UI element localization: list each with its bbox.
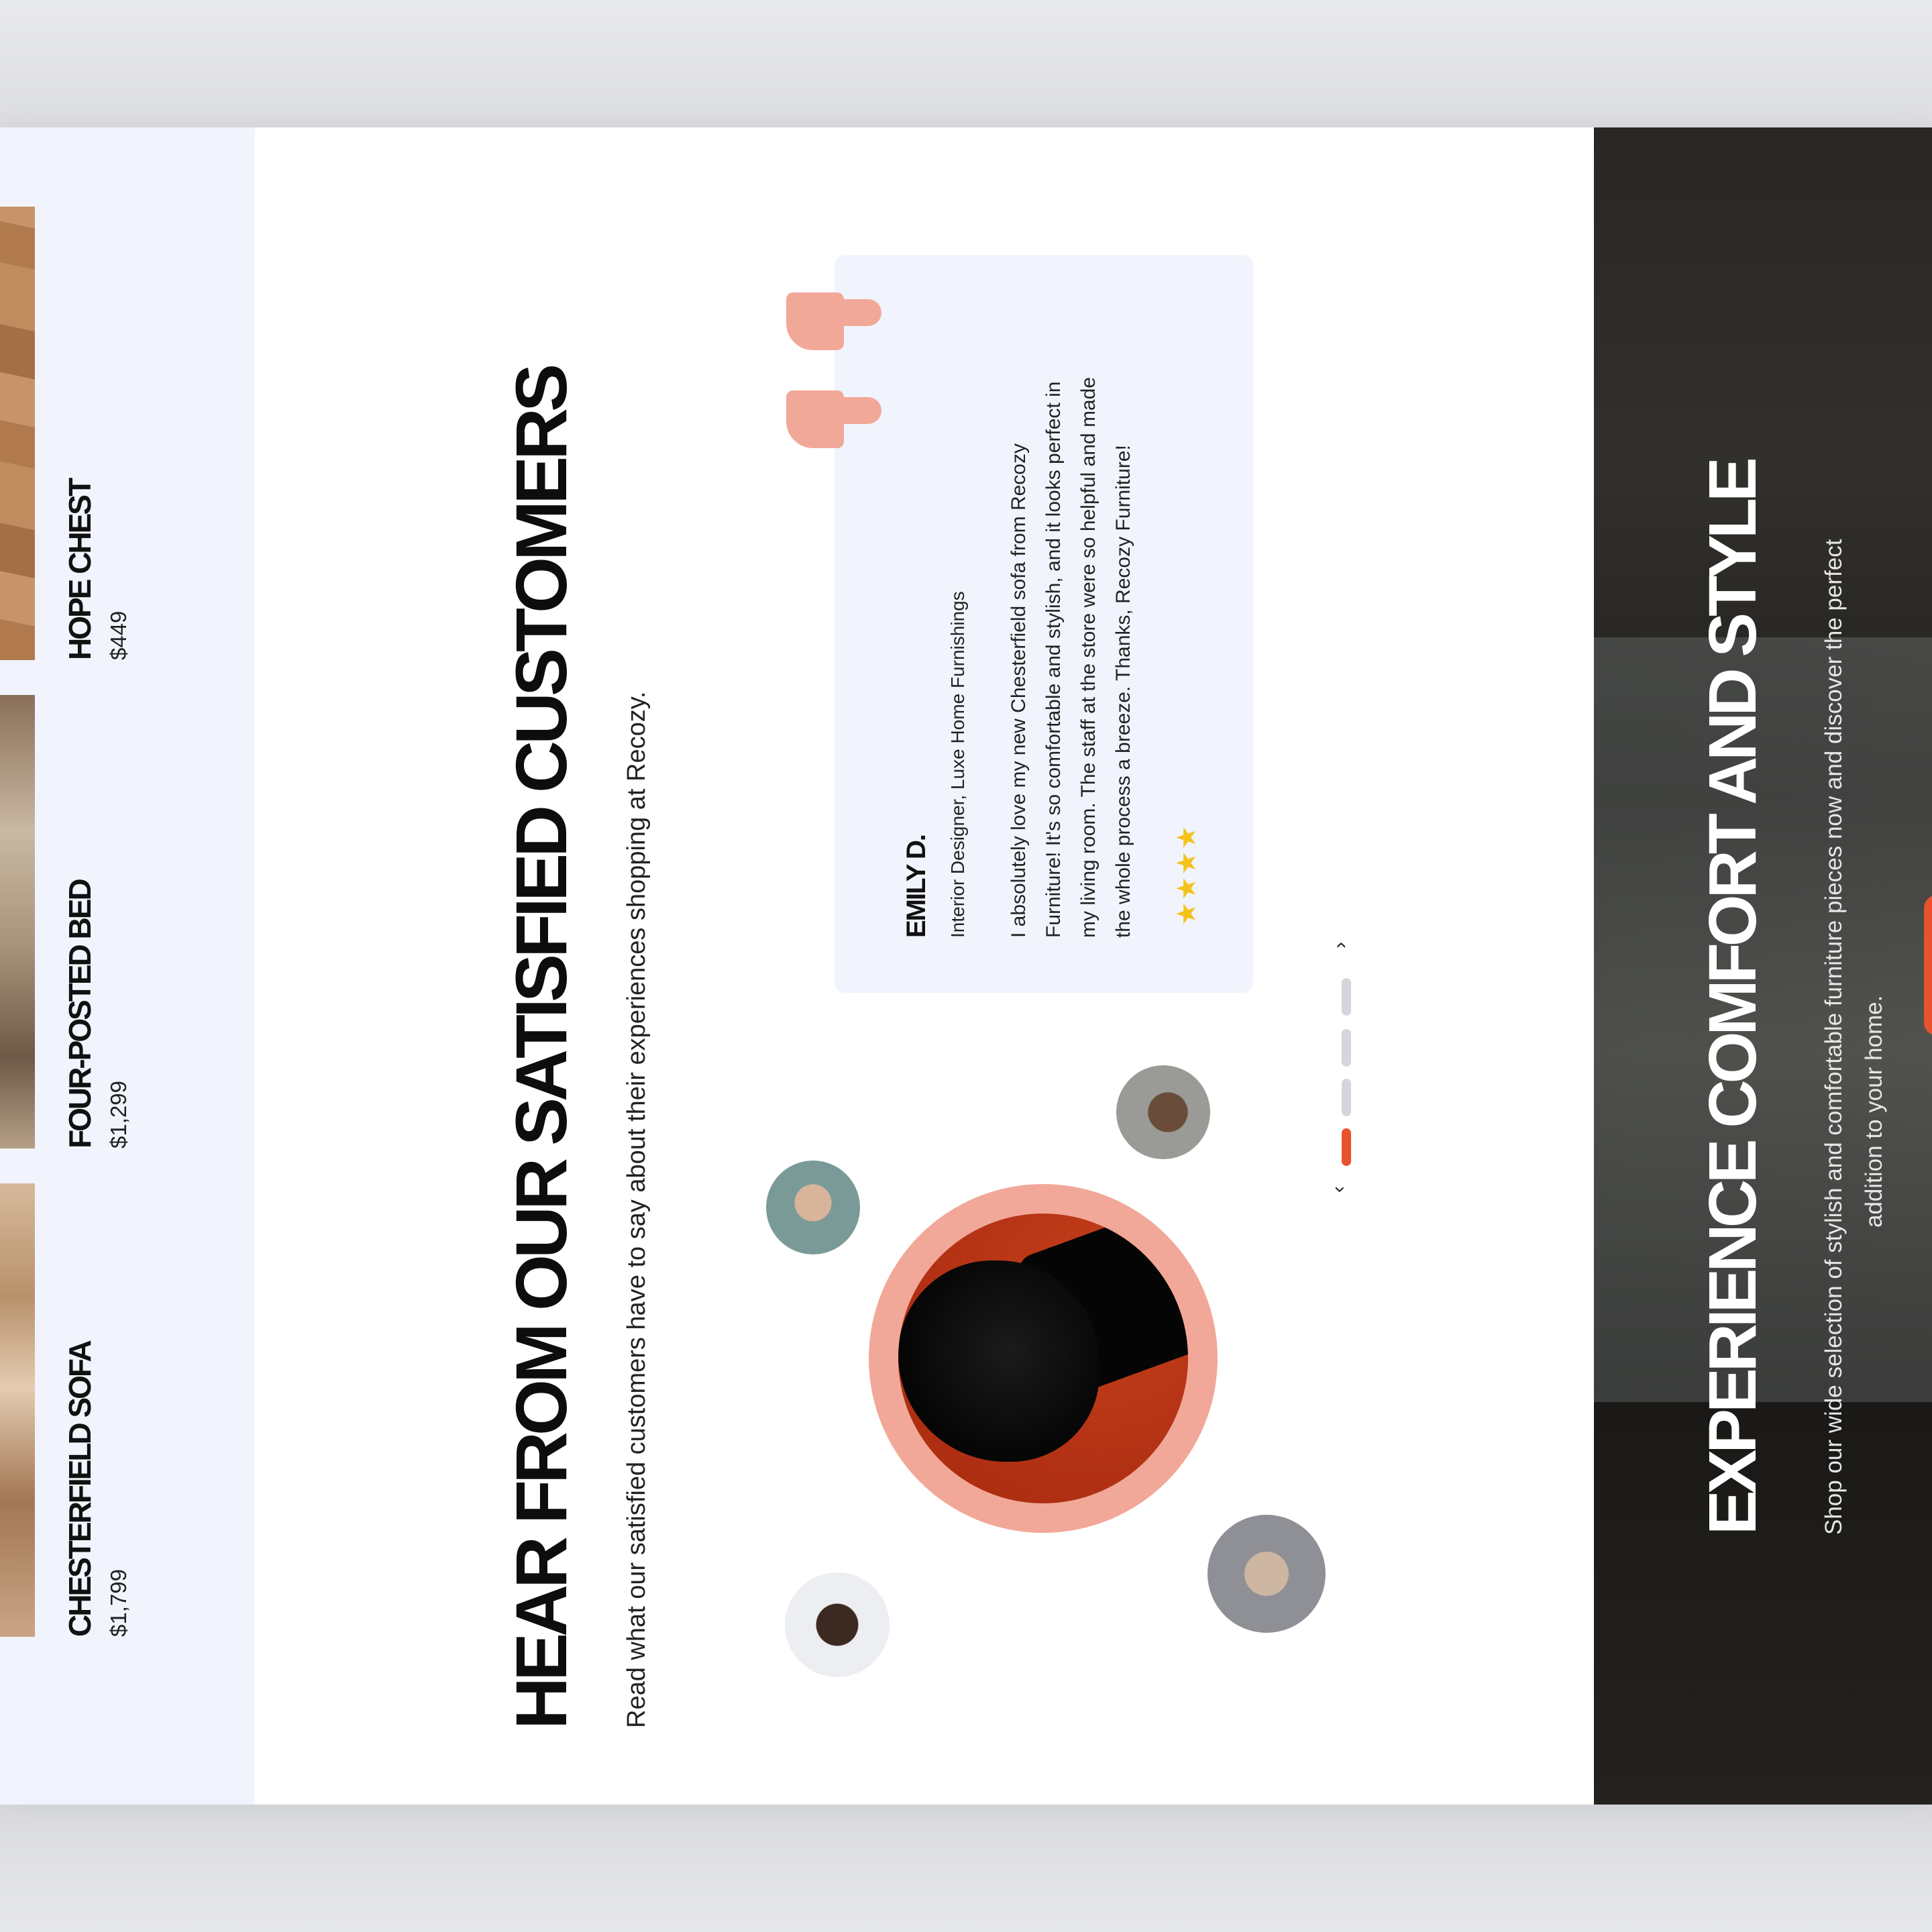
page: HOPE CHEST $449 FOUR-POSTED BED $1,299 C… — [0, 127, 1932, 1805]
featured-avatar — [898, 1214, 1188, 1503]
pager-dot-active[interactable] — [1342, 1128, 1351, 1166]
hero-subtitle-line: addition to your home. — [1861, 995, 1887, 1228]
customer-avatar[interactable] — [1208, 1515, 1326, 1633]
product-image-hope-chest[interactable] — [0, 207, 35, 660]
chevron-up-icon[interactable]: › — [1329, 942, 1351, 949]
customer-avatar[interactable] — [1116, 1065, 1210, 1159]
quote-icon — [786, 390, 881, 448]
review-text-line: I absolutely love my new Chesterfield so… — [1008, 443, 1030, 938]
product-price: $449 — [106, 610, 131, 660]
pager-dot[interactable] — [1342, 1079, 1351, 1116]
section-title: HEAR FROM OUR SATISFIED CUSTOMERS — [500, 367, 582, 1729]
review-text-line: my living room. The staff at the store w… — [1077, 377, 1099, 938]
hero-cta-button[interactable] — [1924, 895, 1932, 1036]
review-text-line: the whole process a breeze. Thanks, Reco… — [1112, 445, 1134, 938]
product-name[interactable]: HOPE CHEST — [62, 480, 98, 660]
product-price: $1,799 — [106, 1569, 131, 1637]
product-name[interactable]: CHESTERFIELD SOFA — [62, 1342, 98, 1637]
product-image-chesterfield-sofa[interactable] — [0, 1183, 35, 1637]
hero-title: EXPERIENCE COMFORT AND STYLE — [1695, 461, 1770, 1535]
product-price: $1,299 — [106, 1081, 131, 1148]
product-strip: HOPE CHEST $449 FOUR-POSTED BED $1,299 C… — [0, 127, 255, 1805]
customer-avatar[interactable] — [766, 1161, 860, 1254]
review-text-line: Furniture! It's so comfortable and styli… — [1042, 381, 1065, 938]
reviewer-name: EMILY D. — [902, 835, 931, 938]
product-name[interactable]: FOUR-POSTED BED — [62, 880, 98, 1148]
reviewer-role: Interior Designer, Luxe Home Furnishings — [947, 591, 968, 938]
chevron-down-icon[interactable]: › — [1330, 1186, 1352, 1193]
pager-dot[interactable] — [1342, 1029, 1351, 1067]
hero-subtitle-line: Shop our wide selection of stylish and c… — [1821, 539, 1847, 1535]
product-image-four-posted-bed[interactable] — [0, 695, 35, 1148]
quote-icon — [786, 292, 881, 350]
section-subtitle: Read what our satisfied customers have t… — [623, 691, 651, 1728]
pager-dot[interactable] — [1342, 978, 1351, 1016]
rating-stars: ★★★★ — [1172, 824, 1201, 926]
customer-avatar[interactable] — [785, 1572, 890, 1677]
